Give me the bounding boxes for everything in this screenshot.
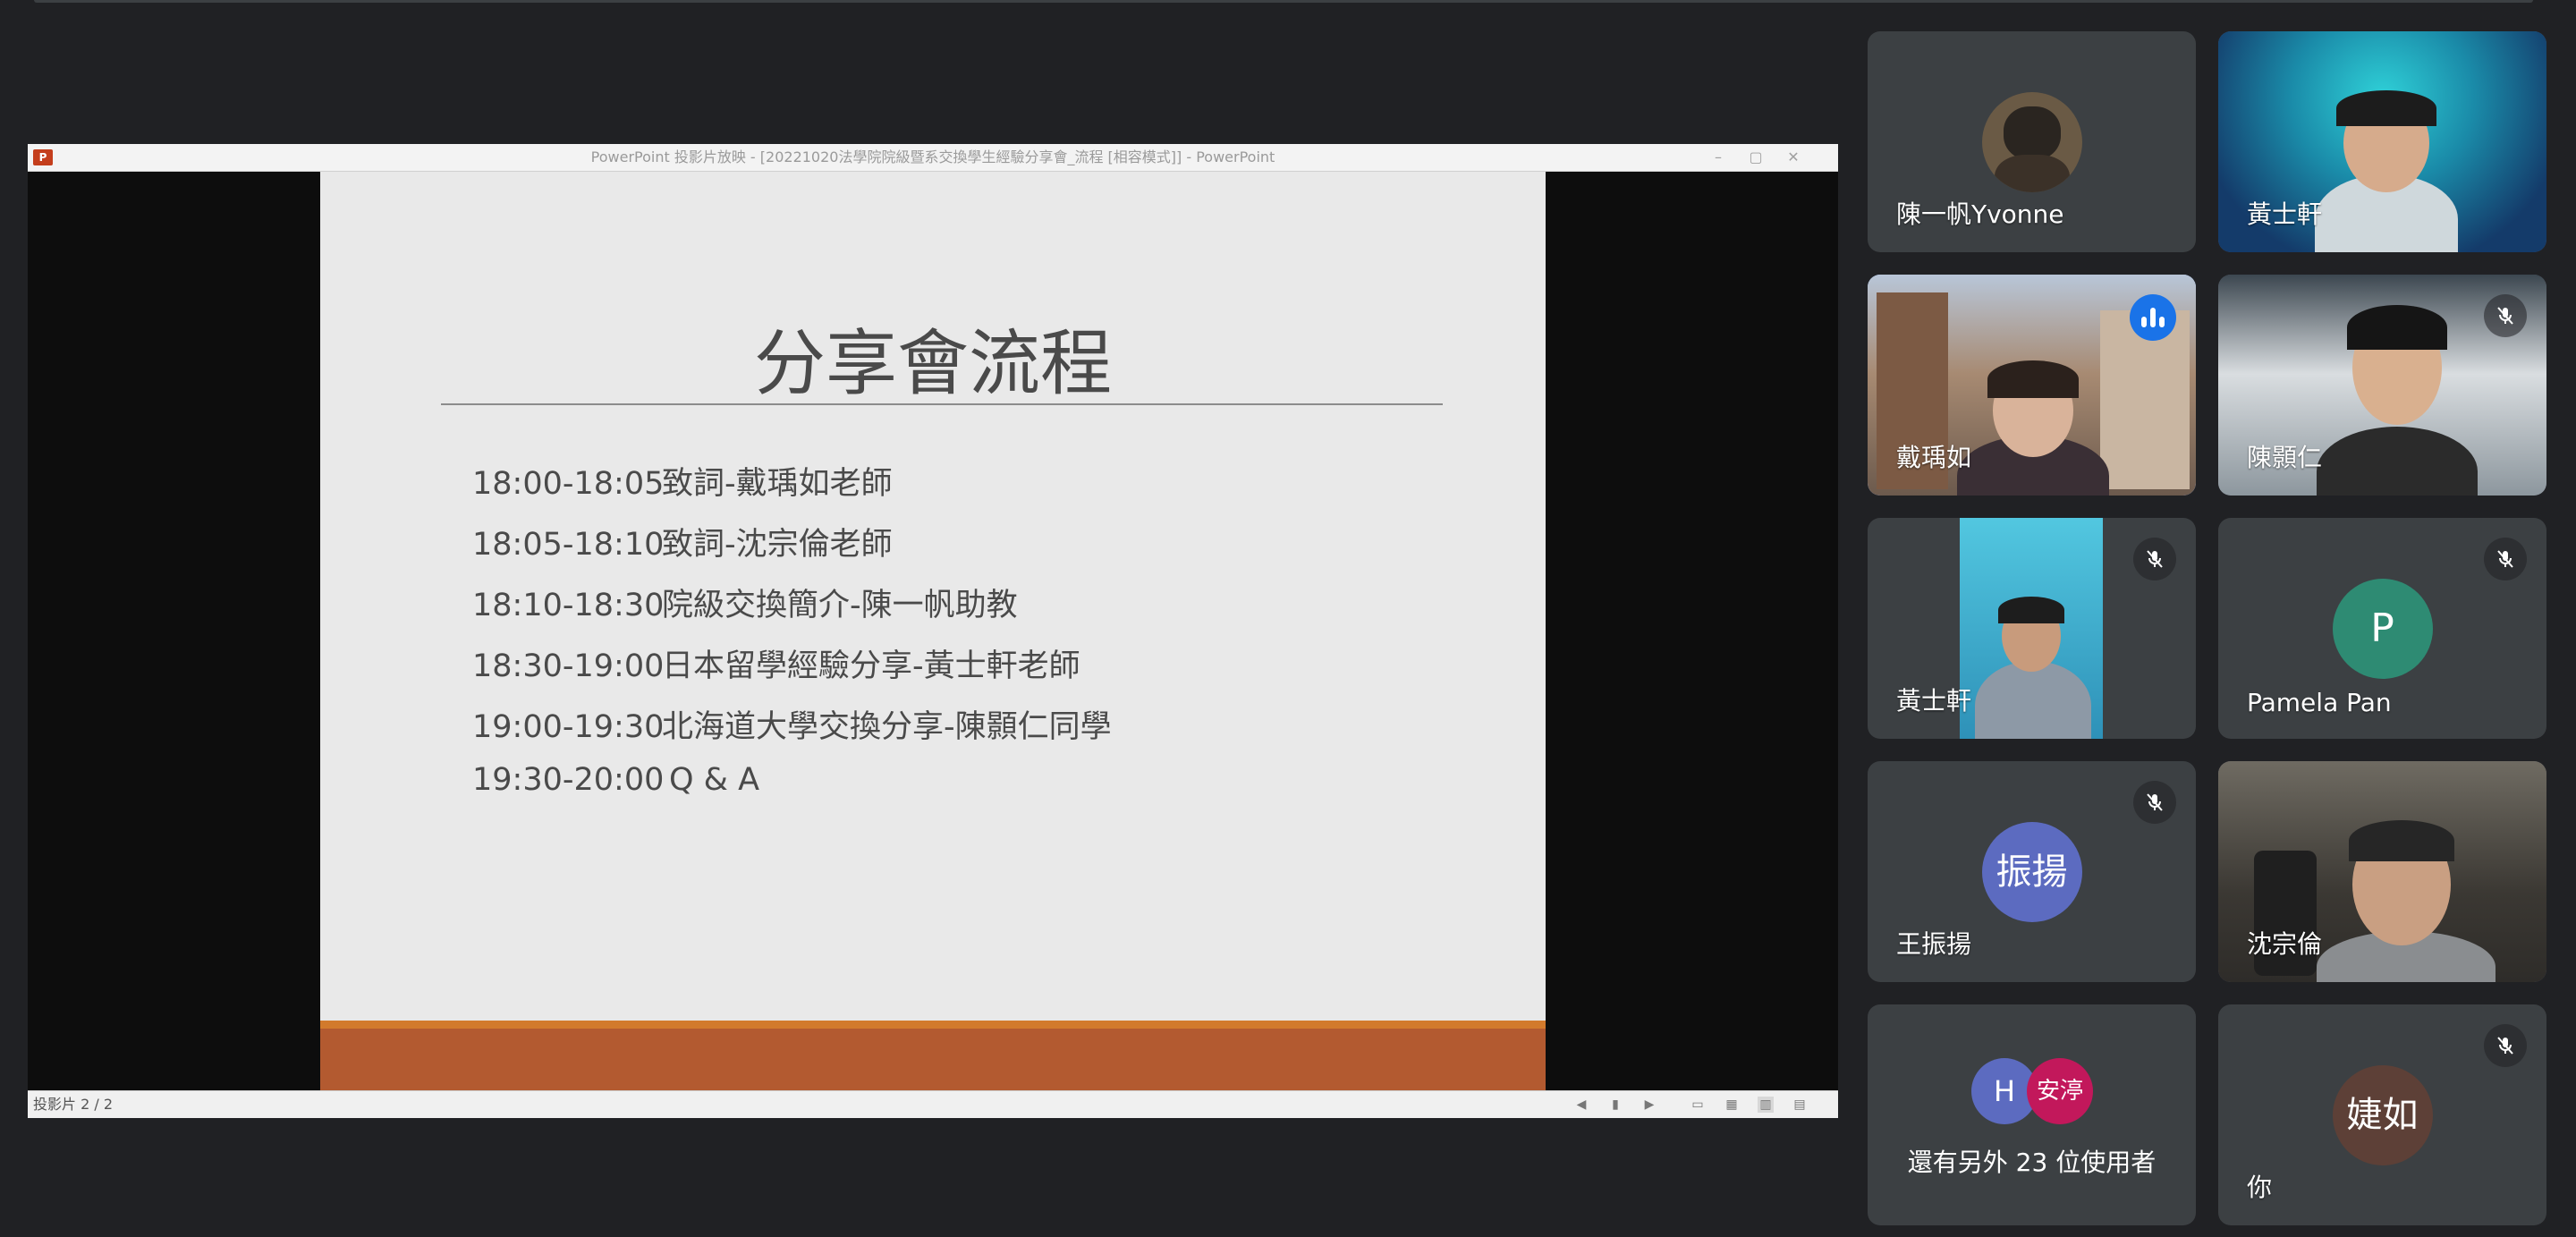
title-divider (441, 403, 1443, 405)
participant-tile[interactable]: 沈宗倫 (2218, 761, 2546, 982)
video-person-hair (1987, 360, 2079, 398)
agenda-row: 19:30-20:00 Q & A (472, 762, 1112, 823)
participant-name: 陳顥仁 (2247, 443, 2323, 472)
slide-area: 分享會流程 18:00-18:05致詞-戴瑀如老師 18:05-18:10致詞-… (28, 172, 1838, 1090)
participant-tile[interactable]: 陳顥仁 (2218, 275, 2546, 496)
participant-name: 戴瑀如 (1896, 443, 1972, 472)
slide: 分享會流程 18:00-18:05致詞-戴瑀如老師 18:05-18:10致詞-… (320, 172, 1546, 1090)
slide-counter: 投影片 2 / 2 (33, 1096, 114, 1113)
participant-tile-active-speaker[interactable]: 戴瑀如 (1868, 275, 2196, 496)
top-bar (34, 0, 2533, 3)
avatar (1981, 91, 2082, 192)
agenda-row: 18:05-18:10致詞-沈宗倫老師 (472, 519, 1112, 580)
participant-name: 你 (2247, 1173, 2273, 1202)
agenda-time: 19:00-19:30 (472, 709, 665, 745)
next-slide-icon[interactable]: ▶ (1641, 1097, 1657, 1113)
headphones-icon (2336, 90, 2436, 126)
previous-slide-icon[interactable]: ◀ (1573, 1097, 1589, 1113)
participant-tile[interactable]: 陳一帆Yvonne (1868, 31, 2196, 252)
slide-menu-icon[interactable]: ▮ (1607, 1097, 1623, 1113)
avatar: P (2332, 578, 2433, 679)
agenda-row: 19:00-19:30北海道大學交換分享-陳顥仁同學 (472, 701, 1112, 762)
mic-off-icon (2133, 538, 2176, 580)
maximize-icon[interactable]: ▢ (1738, 144, 1774, 171)
agenda-row: 18:30-19:00日本留學經驗分享-黃士軒老師 (472, 640, 1112, 701)
video-person-hair (2347, 305, 2447, 350)
avatar-photo-body (1994, 154, 2070, 192)
agenda-time: 19:30-20:00 (472, 762, 665, 798)
reading-view-icon[interactable]: ▥ (1758, 1097, 1774, 1113)
participant-name: 陳一帆Yvonne (1896, 199, 2064, 229)
participant-tile[interactable]: 黃士軒 (1868, 518, 2196, 739)
avatar-photo (2003, 106, 2061, 160)
slide-sorter-icon[interactable]: ▦ (1724, 1097, 1740, 1113)
agenda-item: 致詞-沈宗倫老師 (662, 527, 893, 563)
avatar: 婕如 (2332, 1064, 2433, 1165)
more-participants-tile[interactable]: H 安渟 還有另外 23 位使用者 (1868, 1004, 2196, 1225)
mic-off-icon (2484, 294, 2527, 337)
agenda-item: 致詞-戴瑀如老師 (662, 466, 893, 502)
participant-name: Pamela Pan (2247, 688, 2392, 717)
agenda-time: 18:30-19:00 (472, 648, 665, 684)
participant-name: 王振揚 (1896, 929, 1972, 959)
agenda-row: 18:00-18:05致詞-戴瑀如老師 (472, 458, 1112, 519)
participant-tile[interactable]: 黃士軒 (2218, 31, 2546, 252)
slide-footer-line (320, 1021, 1546, 1029)
agenda-item: 日本留學經驗分享-黃士軒老師 (662, 648, 1080, 684)
normal-view-icon[interactable]: ▭ (1690, 1097, 1706, 1113)
agenda-item: Q & A (669, 762, 760, 798)
agenda-item: 北海道大學交換分享-陳顥仁同學 (662, 709, 1112, 745)
video-person-hair (1998, 597, 2064, 623)
participant-name: 黃士軒 (2247, 199, 2323, 229)
speaking-indicator-icon (2130, 294, 2176, 341)
avatar: 安渟 (2027, 1057, 2093, 1124)
agenda-time: 18:10-18:30 (472, 588, 665, 623)
agenda-list: 18:00-18:05致詞-戴瑀如老師 18:05-18:10致詞-沈宗倫老師 … (472, 458, 1112, 823)
video-person-hair (2349, 820, 2454, 861)
minimize-icon[interactable]: – (1700, 144, 1736, 171)
participant-tile[interactable]: P Pamela Pan (2218, 518, 2546, 739)
mic-off-icon (2133, 781, 2176, 824)
mic-off-icon (2484, 538, 2527, 580)
agenda-item: 院級交換簡介-陳一帆助教 (662, 588, 1018, 623)
participant-tile[interactable]: 振揚 王振揚 (1868, 761, 2196, 982)
slide-footer-band (320, 1029, 1546, 1090)
self-tile[interactable]: 婕如 你 (2218, 1004, 2546, 1225)
slideshow-icon[interactable]: ▤ (1792, 1097, 1808, 1113)
avatar: 振揚 (1981, 821, 2082, 922)
agenda-row: 18:10-18:30院級交換簡介-陳一帆助教 (472, 580, 1112, 640)
presentation-window: P PowerPoint 投影片放映 - [20221020法學院院級暨系交換學… (28, 144, 1838, 1118)
close-icon[interactable]: ✕ (1775, 144, 1811, 171)
participant-name: 黃士軒 (1896, 686, 1972, 716)
mic-off-icon (2484, 1024, 2527, 1067)
agenda-time: 18:05-18:10 (472, 527, 665, 563)
participant-name: 沈宗倫 (2247, 929, 2323, 959)
more-participants-label: 還有另外 23 位使用者 (1907, 1148, 2157, 1177)
slide-title: 分享會流程 (754, 322, 1112, 405)
powerpoint-status-bar: 投影片 2 / 2 ◀ ▮ ▶ ▭ ▦ ▥ ▤ (28, 1090, 1838, 1118)
powerpoint-title-bar: P PowerPoint 投影片放映 - [20221020法學院院級暨系交換學… (28, 144, 1838, 172)
agenda-time: 18:00-18:05 (472, 466, 665, 502)
window-title: PowerPoint 投影片放映 - [20221020法學院院級暨系交換學生經… (590, 148, 1275, 165)
